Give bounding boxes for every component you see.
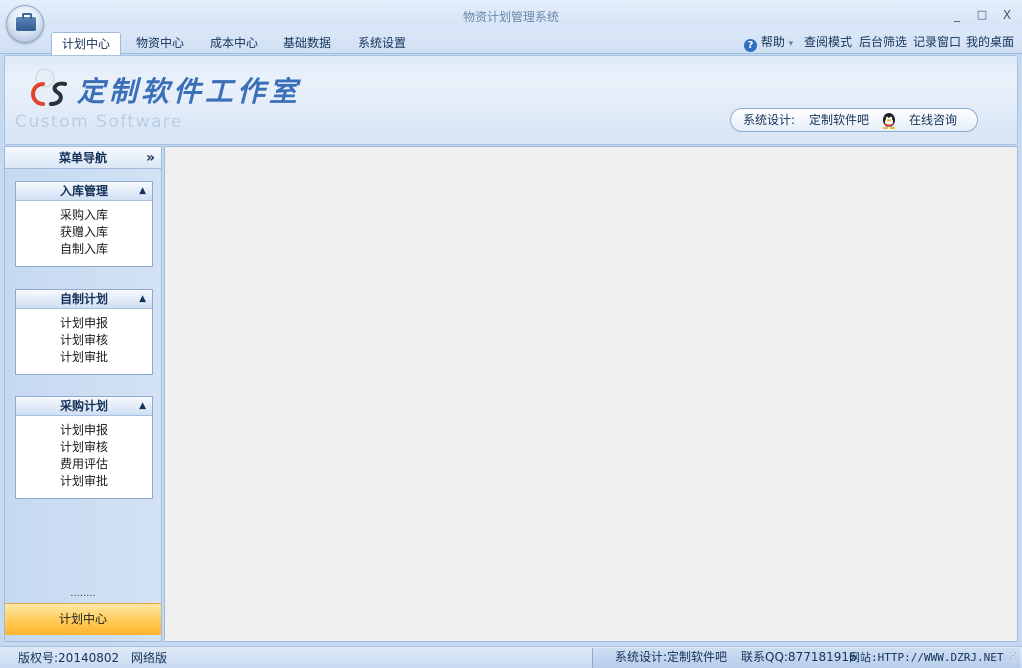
logo-subtitle: Custom Software (15, 112, 183, 132)
tab-basic-data[interactable]: 基础数据 (273, 32, 341, 55)
title-bar: 物资计划管理系统 _ □ X (0, 0, 1022, 30)
main-content-area (164, 146, 1018, 642)
app-menu-button[interactable] (6, 5, 44, 43)
help-label: 帮助 (760, 35, 785, 49)
view-mode-button[interactable]: 查阅模式 (804, 33, 852, 53)
nav-group-title: 自制计划 (59, 292, 108, 306)
help-icon: ? (744, 39, 757, 52)
nav-header: 菜单导航 » (5, 147, 161, 169)
tab-plan-center[interactable]: 计划中心 (51, 32, 122, 55)
maximize-button[interactable]: □ (973, 7, 991, 23)
nav-group-purchase-plan: 采购计划 ▲ 计划申报 计划审核 费用评估 计划审批 (15, 396, 153, 499)
nav-group-header[interactable]: 自制计划 ▲ (16, 290, 152, 309)
nav-item-purchase-inbound[interactable]: 采购入库 (16, 207, 152, 224)
briefcase-icon (16, 13, 36, 31)
nav-group-title: 采购计划 (59, 399, 108, 413)
online-consult-label: 在线咨询 (909, 113, 958, 127)
collapse-up-icon: ▲ (139, 401, 146, 411)
menu-bar: 计划中心 物资中心 成本中心 基础数据 系统设置 ? 帮助 ▾ 查阅模式 后台筛… (0, 30, 1022, 55)
background-filter-button[interactable]: 后台筛选 (859, 33, 907, 53)
qq-penguin-icon (883, 113, 895, 129)
nav-item-selfmade-inbound[interactable]: 自制入库 (16, 241, 152, 258)
nav-item-plan-submit[interactable]: 计划申报 (16, 422, 152, 439)
status-right: 系统设计:定制软件吧 联系QQ:877181916 网站:HTTP://WWW.… (592, 648, 1020, 668)
status-left: 版权号:20140802 网络版 (18, 649, 167, 667)
online-consult-pill[interactable]: 系统设计: 定制软件吧 在线咨询 (730, 108, 978, 132)
nav-group-header[interactable]: 采购计划 ▲ (16, 397, 152, 416)
nav-item-plan-review[interactable]: 计划审核 (16, 439, 152, 456)
my-desktop-button[interactable]: 我的桌面 (966, 33, 1014, 53)
nav-item-plan-approve[interactable]: 计划审批 (16, 349, 152, 366)
tab-material-center[interactable]: 物资中心 (126, 32, 194, 55)
splitter-grip[interactable]: ........ (5, 589, 161, 601)
header-banner: 定制软件工作室 Custom Software 系统设计: 定制软件吧 在线咨询 (4, 55, 1018, 145)
edition-text: 网络版 (130, 651, 167, 665)
sidebar-nav: 菜单导航 » 入库管理 ▲ 采购入库 获赠入库 自制入库 自制计划 ▲ 计划申报… (4, 146, 162, 642)
help-menu[interactable]: ? 帮助 ▾ (744, 33, 793, 53)
tab-cost-center[interactable]: 成本中心 (200, 32, 268, 55)
logo-title: 定制软件工作室 (77, 75, 302, 108)
nav-title: 菜单导航 (58, 151, 107, 165)
website-text: 网站:HTTP://WWW.DZRJ.NET (849, 651, 1004, 664)
version-text: 版权号:20140802 (18, 651, 120, 665)
collapse-up-icon: ▲ (139, 186, 146, 196)
nav-item-plan-approve[interactable]: 计划审批 (16, 473, 152, 490)
minimize-button[interactable]: _ (948, 7, 966, 23)
window-title: 物资计划管理系统 (462, 10, 559, 24)
designer-label: 系统设计: (743, 113, 796, 127)
nav-item-gift-inbound[interactable]: 获赠入库 (16, 224, 152, 241)
logo-icon (31, 68, 67, 106)
close-button[interactable]: X (998, 7, 1016, 23)
resize-grip-icon[interactable]: ⋰ (1009, 652, 1017, 660)
designer-text: 系统设计:定制软件吧 (615, 650, 728, 664)
collapse-sidebar-button[interactable]: » (146, 147, 155, 169)
collapse-up-icon: ▲ (139, 294, 146, 304)
designer-name: 定制软件吧 (809, 113, 870, 127)
nav-group-title: 入库管理 (59, 184, 108, 198)
status-bar: 版权号:20140802 网络版 系统设计:定制软件吧 联系QQ:8771819… (0, 646, 1022, 668)
nav-group-inbound: 入库管理 ▲ 采购入库 获赠入库 自制入库 (15, 181, 153, 267)
tab-system-settings[interactable]: 系统设置 (348, 32, 416, 55)
chevron-down-icon: ▾ (788, 39, 794, 49)
nav-item-cost-evaluation[interactable]: 费用评估 (16, 456, 152, 473)
record-window-button[interactable]: 记录窗口 (913, 33, 961, 53)
nav-group-selfmade-plan: 自制计划 ▲ 计划申报 计划审核 计划审批 (15, 289, 153, 375)
qq-text: 联系QQ:877181916 (741, 650, 857, 664)
module-button-plan-center[interactable]: 计划中心 (5, 603, 161, 635)
nav-item-plan-submit[interactable]: 计划申报 (16, 315, 152, 332)
nav-group-header[interactable]: 入库管理 ▲ (16, 182, 152, 201)
nav-item-plan-review[interactable]: 计划审核 (16, 332, 152, 349)
